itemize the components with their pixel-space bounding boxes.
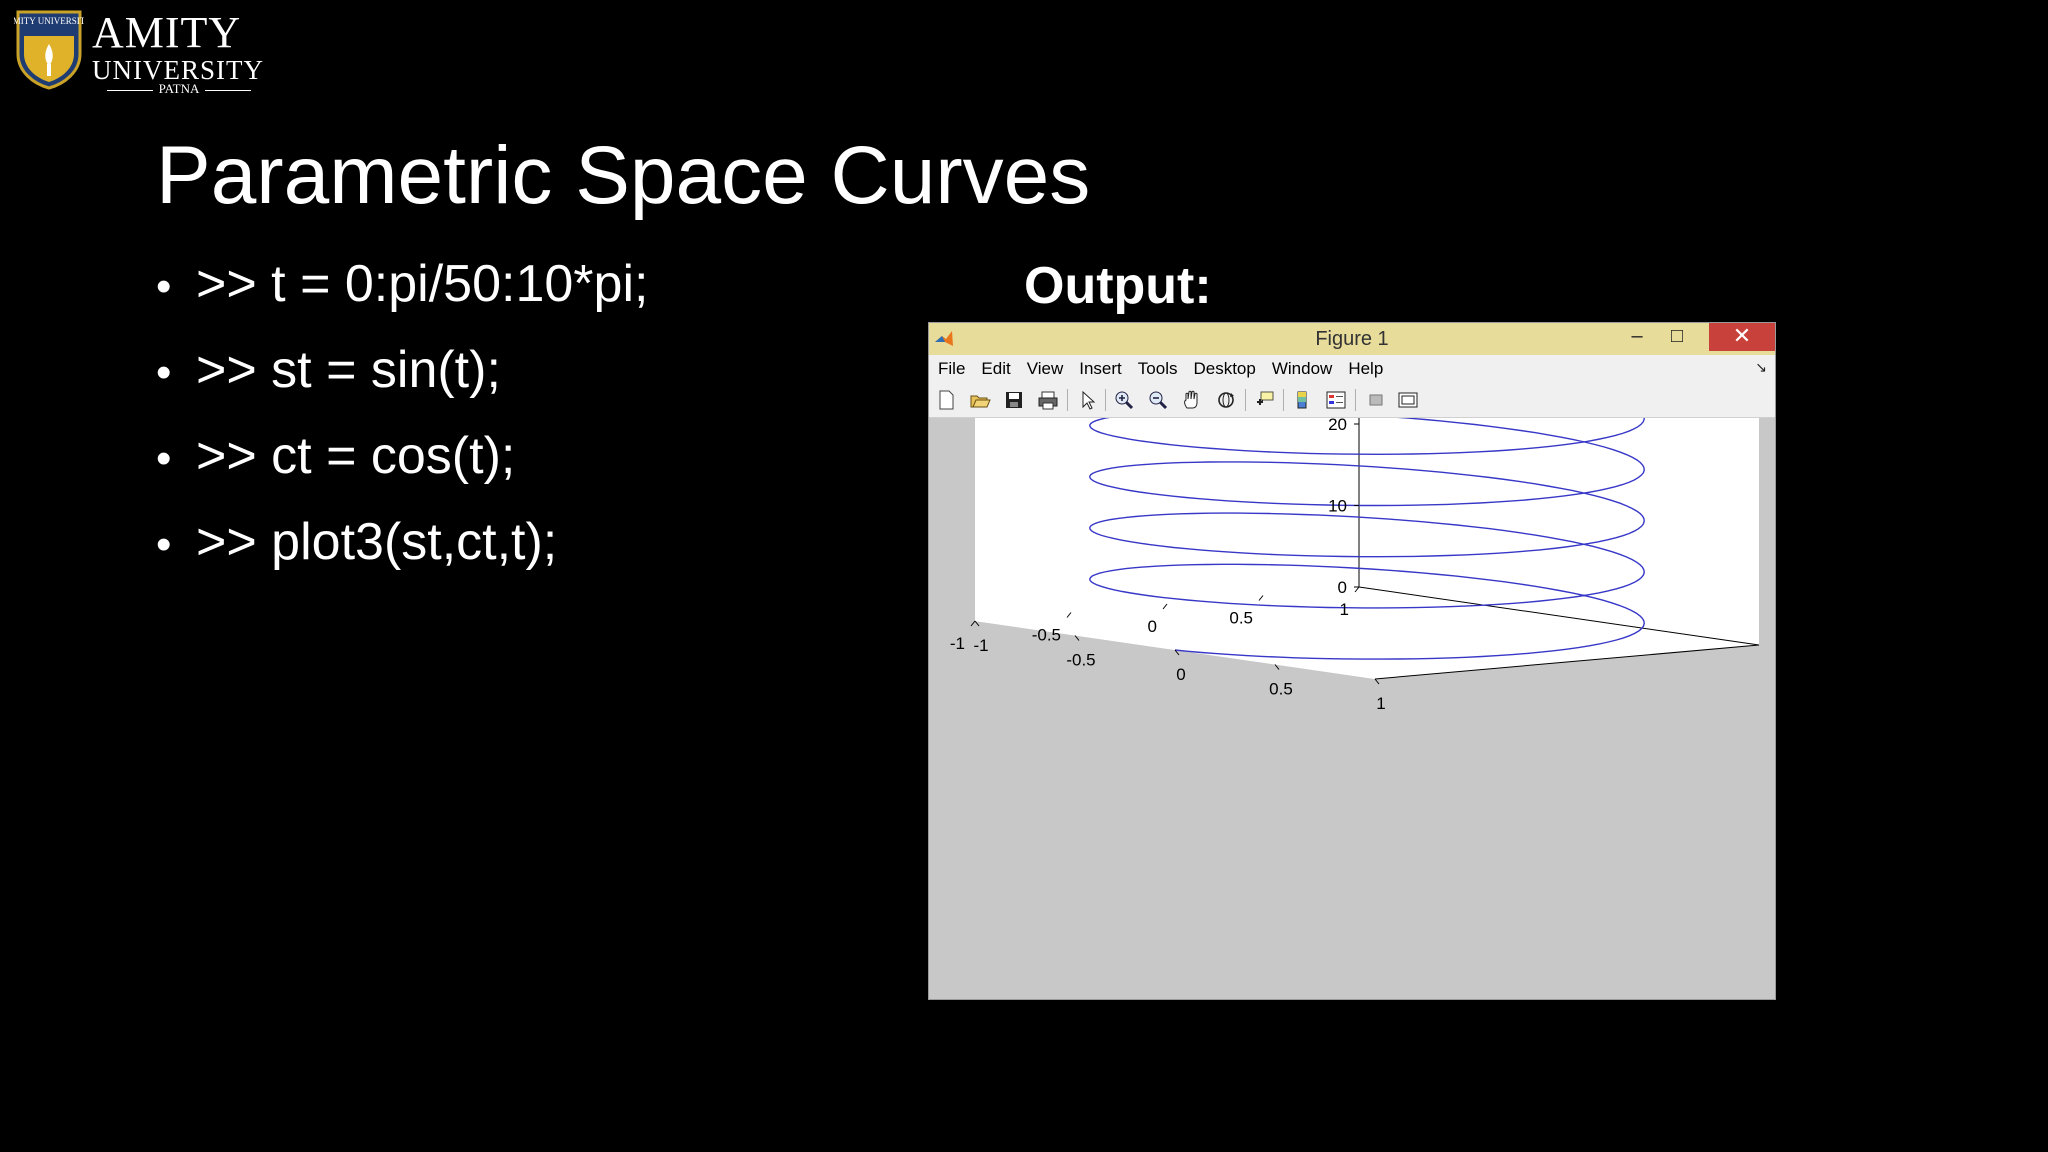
toolbar-separator [1283, 389, 1284, 411]
data-cursor-icon[interactable] [1253, 390, 1275, 410]
x-tick-label: 0 [1176, 665, 1185, 684]
zoom-in-icon[interactable] [1113, 390, 1135, 410]
plot-area: 010203040-1-0.500.51-1-0.500.51 [929, 418, 1775, 999]
menu-window[interactable]: Window [1264, 355, 1340, 383]
maximize-button[interactable]: □ [1657, 323, 1697, 351]
y-tick-mark [970, 620, 976, 627]
z-tick-label: 0 [1338, 578, 1347, 597]
insert-legend-icon[interactable] [1325, 390, 1347, 410]
y-tick-label: -0.5 [1032, 626, 1061, 645]
toolbar-separator [1355, 389, 1356, 411]
menu-tools[interactable]: Tools [1130, 355, 1186, 383]
menu-help[interactable]: Help [1340, 355, 1391, 383]
pan-hand-icon[interactable] [1181, 390, 1203, 410]
menu-view[interactable]: View [1019, 355, 1072, 383]
bullet-item: >> t = 0:pi/50:10*pi; [156, 254, 648, 340]
svg-text:AMITY UNIVERSITY: AMITY UNIVERSITY [14, 16, 84, 26]
toolbar-separator [1067, 389, 1068, 411]
bullet-item: >> st = sin(t); [156, 340, 648, 426]
toolbar-separator [1245, 389, 1246, 411]
logo-word-amity: AMITY [92, 8, 242, 57]
new-figure-icon[interactable] [935, 390, 957, 410]
menu-edit[interactable]: Edit [973, 355, 1018, 383]
plot3-chart[interactable]: 010203040-1-0.500.51-1-0.500.51 [929, 418, 1775, 999]
figure-window: Figure 1 – □ ✕ File Edit View Insert Tools De… [928, 322, 1776, 1000]
insert-colorbar-icon[interactable] [1291, 390, 1313, 410]
y-tick-label: 1 [1340, 600, 1349, 619]
menu-desktop[interactable]: Desktop [1185, 355, 1263, 383]
menu-insert[interactable]: Insert [1071, 355, 1130, 383]
y-tick-label: 0 [1148, 617, 1157, 636]
print-icon[interactable] [1037, 390, 1059, 410]
x-tick-label: -0.5 [1066, 651, 1095, 670]
close-button[interactable]: ✕ [1709, 323, 1775, 351]
x-tick-label: -1 [973, 636, 988, 655]
open-file-icon[interactable] [969, 390, 991, 410]
output-label: Output: [1024, 257, 1212, 315]
x-tick-mark [1374, 678, 1380, 685]
dock-arrow-icon[interactable]: ↘ [1755, 359, 1767, 376]
save-icon[interactable] [1003, 390, 1025, 410]
figure-toolbar [929, 383, 1775, 418]
show-plot-tools-icon[interactable] [1397, 390, 1419, 410]
hide-plot-tools-icon[interactable] [1365, 390, 1387, 410]
code-bullet-list: >> t = 0:pi/50:10*pi; >> st = sin(t); >>… [156, 254, 648, 598]
z-tick-label: 10 [1328, 497, 1347, 516]
university-shield-icon: AMITY UNIVERSITY [14, 10, 84, 90]
axes-side-wall [975, 418, 1359, 621]
x-tick-label: 1 [1376, 694, 1385, 713]
y-tick-label: -1 [950, 634, 965, 653]
amity-logo: AMITY UNIVERSITY AMITY UNIVERSITY PATNA [14, 8, 264, 96]
logo-campus: PATNA [92, 82, 266, 96]
logo-word-university: UNIVERSITY [92, 55, 264, 85]
x-tick-mark [1074, 635, 1080, 641]
toolbar-separator [1105, 389, 1106, 411]
z-tick-label: 20 [1328, 418, 1347, 434]
bullet-item: >> plot3(st,ct,t); [156, 512, 648, 598]
y-tick-label: 0.5 [1229, 609, 1253, 628]
x-tick-label: 0.5 [1269, 680, 1293, 699]
menu-bar: File Edit View Insert Tools Desktop Window Help… [929, 355, 1775, 383]
zoom-out-icon[interactable] [1147, 390, 1169, 410]
slide-title: Parametric Space Curves [156, 130, 1091, 221]
menu-file[interactable]: File [930, 355, 973, 383]
window-titlebar[interactable]: Figure 1 – □ ✕ [929, 323, 1775, 355]
x-tick-mark [974, 620, 980, 627]
edit-plot-arrow-icon[interactable] [1077, 390, 1099, 410]
bullet-item: >> ct = cos(t); [156, 426, 648, 512]
rotate-3d-icon[interactable] [1215, 390, 1237, 410]
x-tick-mark [1274, 664, 1280, 670]
minimize-button[interactable]: – [1617, 323, 1657, 351]
